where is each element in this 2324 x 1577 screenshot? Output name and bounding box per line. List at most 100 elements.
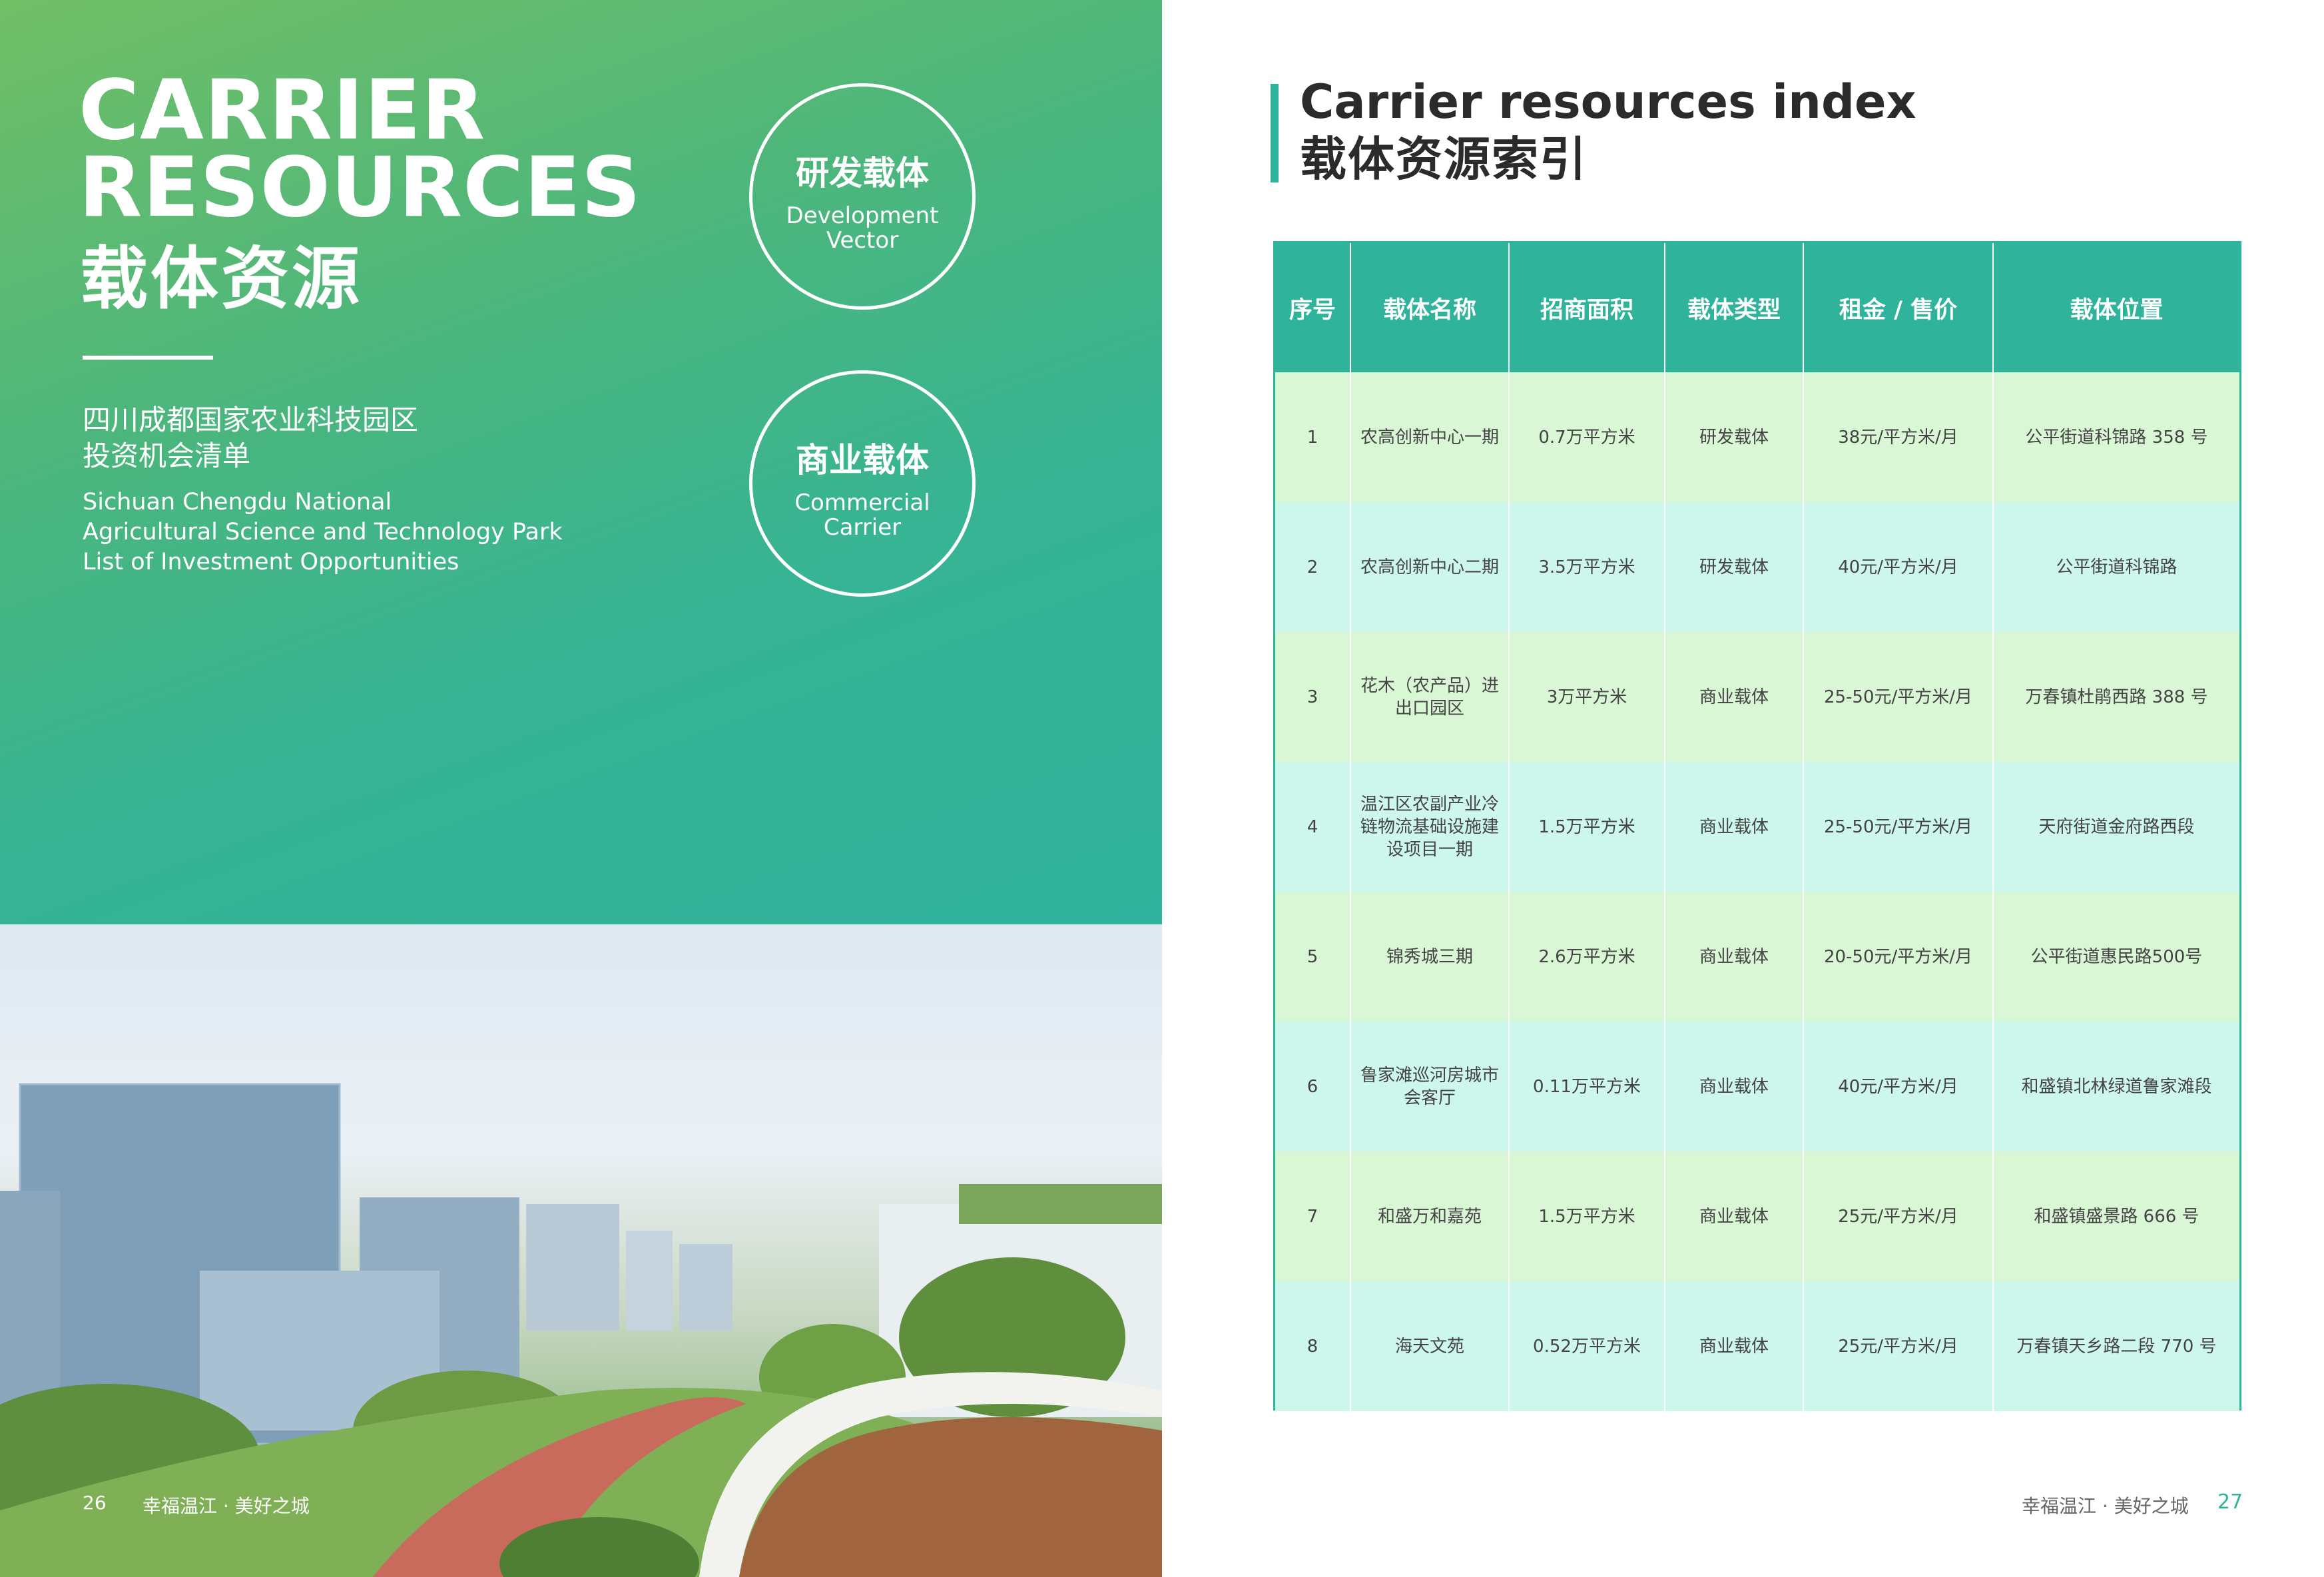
- footer-slogan-left: 幸福温江 · 美好之城: [143, 1495, 310, 1517]
- table-row: 7 和盛万和嘉苑 1.5万平方米 商业载体 25元/平方米/月 和盛镇盛景路 666 号: [1275, 1151, 2239, 1281]
- cell-location: 公平街道科锦路: [2056, 557, 2178, 577]
- subtitle-en-line-2: Agricultural Science and Technology Park: [83, 519, 563, 545]
- cell-type: 商业载体: [1665, 632, 1804, 762]
- title-cn: 载体资源: [80, 240, 362, 319]
- cell-area: 3.5万平方米: [1509, 502, 1665, 632]
- circle-label-en-line-1: Commercial: [794, 489, 930, 516]
- cell-price: 25元/平方米/月: [1803, 1281, 1994, 1411]
- cell-index: 2: [1275, 502, 1351, 632]
- cell-name: 温江区农副产业冷链物流基础设施建设项目一期: [1350, 762, 1510, 892]
- category-circle-development: 研发载体 Development Vector: [749, 83, 976, 310]
- cell-location: 万春镇天乡路二段 770 号: [2016, 1336, 2217, 1357]
- circle-label-cn: 商业载体: [796, 441, 929, 479]
- roof-garden: [959, 1184, 1162, 1224]
- cell-price: 38元/平方米/月: [1803, 372, 1994, 502]
- table-row: 3 花木（农产品）进出口园区 3万平方米 商业载体 25-50元/平方米/月 万春镇杜鹃西…: [1275, 632, 2239, 762]
- cell-name: 农高创新中心一期: [1350, 372, 1510, 502]
- cell-location: 和盛镇北林绿道鲁家滩段: [2021, 1076, 2212, 1097]
- cell-index: 3: [1275, 632, 1351, 762]
- cell-index: 5: [1275, 892, 1351, 1022]
- circle-label-en-line-1: Development: [786, 202, 939, 229]
- circle-label-cn: 研发载体: [796, 154, 929, 192]
- table-row: 4 温江区农副产业冷链物流基础设施建设项目一期 1.5万平方米 商业载体 25-50元/…: [1275, 762, 2239, 892]
- table-body: 1 农高创新中心一期 0.7万平方米 研发载体 38元/平方米/月 公平街道科锦路 358…: [1275, 372, 2239, 1411]
- cell-price: 25-50元/平方米/月: [1803, 632, 1994, 762]
- cell-area: 0.7万平方米: [1509, 372, 1665, 502]
- carrier-resources-table: 序号 载体名称 招商面积 载体类型 租金 / 售价 载体位置 1 农高创新中心一期…: [1275, 243, 2239, 1411]
- circle-label-en-line-2: Vector: [826, 227, 899, 254]
- cell-price: 40元/平方米/月: [1803, 1022, 1994, 1151]
- table-header-row: 序号 载体名称 招商面积 载体类型 租金 / 售价 载体位置: [1275, 243, 2239, 372]
- cell-index: 7: [1275, 1151, 1351, 1281]
- index-title-cn: 载体资源索引: [1300, 132, 1588, 186]
- cell-area: 0.11万平方米: [1509, 1022, 1665, 1151]
- cell-index: 8: [1275, 1281, 1351, 1411]
- cell-location: 万春镇杜鹃西路 388 号: [2025, 687, 2208, 707]
- cell-type: 商业载体: [1665, 762, 1804, 892]
- cell-area: 3万平方米: [1509, 632, 1665, 762]
- table-row: 6 鲁家滩巡河房城市会客厅 0.11万平方米 商业载体 40元/平方米/月 和盛镇北林绿道…: [1275, 1022, 2239, 1151]
- table-row: 8 海天文苑 0.52万平方米 商业载体 25元/平方米/月 万春镇天乡路二段 770 号: [1275, 1281, 2239, 1411]
- title-en-line-2: RESOURCES: [79, 140, 642, 236]
- park-rendering-image: [0, 924, 1162, 1577]
- subtitle-cn-line-2: 投资机会清单: [83, 440, 251, 472]
- header-name: 载体名称: [1350, 243, 1510, 372]
- hero-panel: CARRIER RESOURCES 载体资源 四川成都国家农业科技园区 投资机会…: [0, 0, 1162, 924]
- title-divider: [83, 356, 213, 360]
- cell-name: 花木（农产品）进出口园区: [1350, 632, 1510, 762]
- page-number-right: 27: [2217, 1490, 2243, 1514]
- header-area: 招商面积: [1509, 243, 1665, 372]
- circle-label-en: Commercial Carrier: [752, 491, 972, 540]
- subtitle-cn: 四川成都国家农业科技园区 投资机会清单: [83, 402, 418, 474]
- cell-name: 锦秀城三期: [1350, 892, 1510, 1022]
- subtitle-cn-line-1: 四川成都国家农业科技园区: [83, 404, 419, 436]
- cell-type: 商业载体: [1665, 1151, 1804, 1281]
- park-illustration: [0, 1083, 1162, 1577]
- cell-index: 4: [1275, 762, 1351, 892]
- header-index: 序号: [1275, 243, 1351, 372]
- cell-location: 公平街道科锦路 358 号: [2025, 427, 2208, 448]
- cell-location: 和盛镇盛景路 666 号: [2034, 1206, 2199, 1227]
- title-en: CARRIER RESOURCES: [79, 63, 642, 236]
- header-type: 载体类型: [1665, 243, 1804, 372]
- circle-label-en-line-2: Carrier: [823, 514, 902, 541]
- cell-type: 研发载体: [1665, 502, 1804, 632]
- cell-area: 0.52万平方米: [1509, 1281, 1665, 1411]
- cell-price: 40元/平方米/月: [1803, 502, 1994, 632]
- index-title-en: Carrier resources index: [1300, 75, 1916, 129]
- table-row: 5 锦秀城三期 2.6万平方米 商业载体 20-50元/平方米/月 公平街道惠民路500号: [1275, 892, 2239, 1022]
- cell-price: 20-50元/平方米/月: [1803, 892, 1994, 1022]
- distant-tower: [526, 1204, 619, 1331]
- cell-name: 和盛万和嘉苑: [1350, 1151, 1510, 1281]
- title-en-line-1: CARRIER: [79, 63, 486, 158]
- subtitle-en-line-3: List of Investment Opportunities: [83, 549, 459, 575]
- cell-index: 1: [1275, 372, 1351, 502]
- footer-slogan-right: 幸福温江 · 美好之城: [2022, 1495, 2189, 1517]
- carrier-table-container: 序号 载体名称 招商面积 载体类型 租金 / 售价 载体位置 1 农高创新中心一期…: [1273, 241, 2241, 1411]
- cell-name: 海天文苑: [1350, 1281, 1510, 1411]
- cell-location: 公平街道惠民路500号: [2030, 946, 2203, 967]
- cell-location: 天府街道金府路西段: [2038, 816, 2195, 837]
- table-row: 2 农高创新中心二期 3.5万平方米 研发载体 40元/平方米/月 公平街道科锦路: [1275, 502, 2239, 632]
- cell-type: 商业载体: [1665, 1022, 1804, 1151]
- cell-name: 鲁家滩巡河房城市会客厅: [1350, 1022, 1510, 1151]
- cell-price: 25-50元/平方米/月: [1803, 762, 1994, 892]
- header-location: 载体位置: [2070, 296, 2164, 324]
- subtitle-en: Sichuan Chengdu National Agricultural Sc…: [83, 487, 563, 577]
- cell-type: 商业载体: [1665, 892, 1804, 1022]
- cell-area: 1.5万平方米: [1509, 1151, 1665, 1281]
- distant-tower: [626, 1231, 673, 1331]
- cell-index: 6: [1275, 1022, 1351, 1151]
- cell-name: 农高创新中心二期: [1350, 502, 1510, 632]
- title-accent-bar: [1271, 84, 1279, 182]
- header-price: 租金 / 售价: [1803, 243, 1994, 372]
- page-number-left: 26: [83, 1492, 107, 1514]
- cell-price: 25元/平方米/月: [1803, 1151, 1994, 1281]
- category-circle-commercial: 商业载体 Commercial Carrier: [749, 370, 976, 597]
- circle-label-en: Development Vector: [752, 204, 972, 253]
- table-row: 1 农高创新中心一期 0.7万平方米 研发载体 38元/平方米/月 公平街道科锦路 358…: [1275, 372, 2239, 502]
- office-block-left: [0, 1191, 60, 1411]
- cell-type: 商业载体: [1665, 1281, 1804, 1411]
- cell-area: 1.5万平方米: [1509, 762, 1665, 892]
- subtitle-en-line-1: Sichuan Chengdu National: [83, 489, 392, 515]
